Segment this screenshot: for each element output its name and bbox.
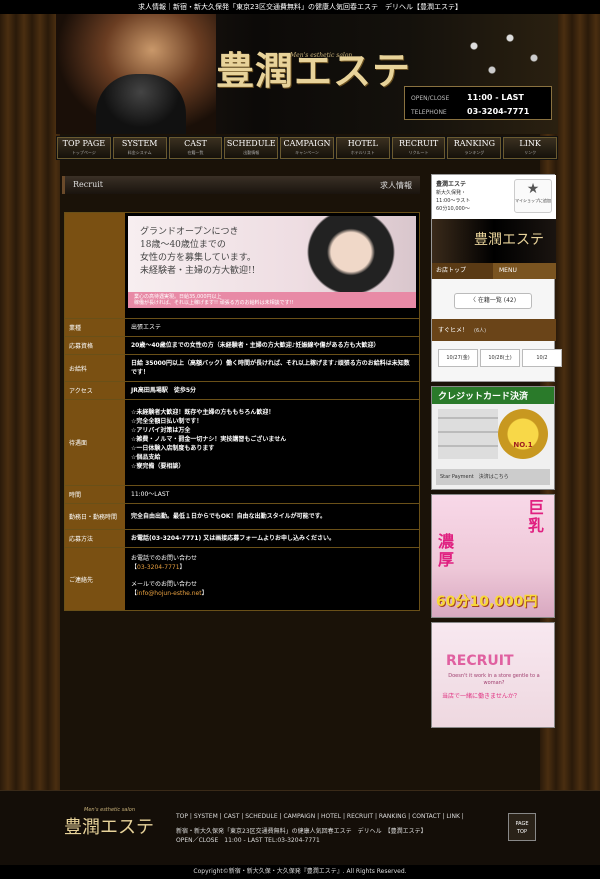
cast-list-button[interactable]: 〈 在籍一覧 (42) [454,293,532,309]
mini-site-banner[interactable]: 豊潤エステ [432,219,556,263]
row-value: 完全自由出勤。最低１日からでもOK！自由な出勤スタイルが可能です。 [131,513,326,520]
medal-icon: NO.1 [498,409,548,459]
banner-footnote: 業心の高待遇実現。日給35,000円以上 稼働が長ければ、それ以上稼げます!! … [128,292,416,308]
tel-label: TELEPHONE [411,109,447,116]
row-label: お給料 [65,355,125,381]
mini-site-title[interactable]: 豊潤エステ [436,179,466,188]
mail-link[interactable]: info@hojun-esthe.net [137,590,202,597]
row-value: JR高田馬場駅 徒歩5分 [131,387,197,394]
credit-cards-icon [438,409,498,459]
row-label: 勤務日・勤務時間 [65,504,125,529]
table-row: 待遇面 ☆未経験者大歓迎！既存や主婦の方ももちろん歓迎！ ☆完全全額日払い制です… [65,400,419,486]
row-label: 応募方法 [65,530,125,547]
site-footer: Men's esthetic salon 豊潤エステ TOP | SYSTEM … [0,790,600,865]
nav-hotel[interactable]: HOTEL ホテルリスト [335,137,390,159]
row-value: 20歳～40歳位までの女性の方（未経験者・主婦の方大歓迎♪妊娠線や傷がある方も大… [131,342,380,349]
table-row: 応募資格 20歳～40歳位までの女性の方（未経験者・主婦の方大歓迎♪妊娠線や傷が… [65,337,419,355]
sidebar: 豊潤エステ 新大久保発・ 11:00～ラスト 60分10,000～ ★ マイショ… [431,170,562,730]
date-tab[interactable]: 10/28(土) [480,349,520,367]
top-description-bar: 求人情報｜新宿・新大久保発「東京23区交通費無料」の健康人気回春エステ デリヘル… [0,0,600,14]
mini-nav-shop-top[interactable]: お店トップ [432,263,493,279]
table-row: 時間 11:00～LAST [65,486,419,504]
row-value: お電話(03-3204-7771) 又は画接応募フォームよりお申し込みください。 [131,535,336,542]
header-model-image [56,14,216,134]
footer-links[interactable]: TOP | SYSTEM | CAST | SCHEDULE | CAMPAIG… [176,813,464,820]
recruit-ad[interactable]: RECRUIT Doesn't it work in a store gentl… [431,622,555,728]
nav-top-page[interactable]: TOP PAGE トップページ [57,137,111,159]
table-row: ご連絡先 お電話でのお問い合わせ 【03-3204-7771】 メールでのお問い… [65,548,419,610]
page-top-button[interactable]: PAGE TOP [508,813,536,841]
hours-label: OPEN/CLOSE [411,95,450,102]
table-row: 勤務日・勤務時間 完全自由出勤。最低１日からでもOK！自由な出勤スタイルが可能で… [65,504,419,530]
soon-hime-header: すぐヒメ！ (6人) [432,319,556,341]
site-logo[interactable]: 豊潤エステ [216,40,411,95]
mini-site-widget: 豊潤エステ 新大久保発・ 11:00～ラスト 60分10,000～ ★ マイショ… [431,174,562,382]
row-label: 応募資格 [65,337,125,354]
table-row: 業種 出張エステ [65,319,419,337]
site-logo-subtitle: Men's esthetic salon [290,52,353,59]
mini-nav-menu[interactable]: MENU [493,263,556,279]
nav-recruit[interactable]: RECRUIT リクルート [391,137,446,159]
nav-link[interactable]: LINK リンク [503,137,558,159]
nav-cast[interactable]: CAST 在籍一覧 [168,137,223,159]
nav-ranking[interactable]: RANKING ランキング [447,137,502,159]
nav-system[interactable]: SYSTEM 料金システム [112,137,167,159]
footer-description: 新宿・新大久保発「東京23区交通費無料」の健康人気回春エステ デリヘル 【豊潤エ… [176,828,427,844]
row-value: 出張エステ [131,324,162,331]
mail-contact-label: メールでのお問い合わせ [131,581,198,588]
table-row: 応募方法 お電話(03-3204-7771) 又は画接応募フォームよりお申し込み… [65,530,419,548]
section-header: Recruit 求人情報 [62,176,420,194]
campaign-ad[interactable]: 巨乳 濃厚 60分10,000円 [431,494,555,618]
star-icon: ★ [526,181,540,197]
footer-logo[interactable]: 豊潤エステ [64,813,154,839]
background-left [0,0,60,879]
table-row: アクセス JR高田馬場駅 徒歩5分 [65,382,419,400]
row-label: 時間 [65,486,125,503]
main-nav: TOP PAGE トップページ SYSTEM 料金システム CAST 在籍一覧 SCH… [56,136,558,160]
credit-card-ad[interactable]: クレジットカード決済 NO.1 Star Payment 決済はこちら [431,386,555,490]
tel-contact-label: お電話でのお問い合わせ [131,555,198,562]
tel-value[interactable]: 03-3204-7771 [467,107,529,116]
tel-link[interactable]: 03-3204-7771 [137,564,180,571]
nav-campaign[interactable]: CAMPAIGN キャンペーン [280,137,334,159]
section-title-en: Recruit [73,180,103,189]
nav-schedule[interactable]: SCHEDULE 出勤情報 [224,137,279,159]
row-label: 業種 [65,319,125,336]
table-row: お給料 日給 35000円以上（高額バック）働く時間が長ければ、それ以上稼げます… [65,355,419,382]
contact-value: お電話でのお問い合わせ 【03-3204-7771】 メールでのお問い合わせ 【… [125,548,419,610]
copyright: Copyright©新宿・新大久保・大久保発『豊潤エステ』. All Right… [0,865,600,879]
myshop-button[interactable]: ★ マイショップに追加 [514,179,552,213]
recruit-banner: グランドオープンにつき 18歳～40歳位までの 女性の方を募集しています。 未経… [128,216,416,308]
row-label: アクセス [65,382,125,399]
section-title-jp: 求人情報 [380,181,412,190]
row-label: 待遇面 [65,400,125,485]
date-tabs: 10/27(金) 10/28(土) 10/2 [438,349,562,367]
row-value: 11:00～LAST [131,491,170,498]
date-tab[interactable]: 10/27(金) [438,349,478,367]
mini-site-nav: お店トップ MENU [432,263,556,279]
row-value-list: ☆未経験者大歓迎！既存や主婦の方ももちろん歓迎！ ☆完全全額日払い制です！ ☆ア… [131,409,287,470]
pearls-decoration [438,14,558,94]
hours-box: OPEN/CLOSE 11:00 - LAST TELEPHONE 03-3204-… [404,86,552,120]
site-header: 豊潤エステ Men's esthetic salon OPEN/CLOSE 11:… [56,14,558,134]
main-content: Recruit 求人情報 業種 出張エステ 応募資格 20歳～40歳位までの女性… [56,170,426,780]
date-tab[interactable]: 10/2 [522,349,562,367]
row-label: ご連絡先 [65,548,125,610]
banner-model-image [306,216,396,296]
hours-value: 11:00 - LAST [467,93,524,102]
row-value: 日給 35000円以上（高額バック）働く時間が長ければ、それ以上稼げます♪頑張る… [131,360,410,376]
